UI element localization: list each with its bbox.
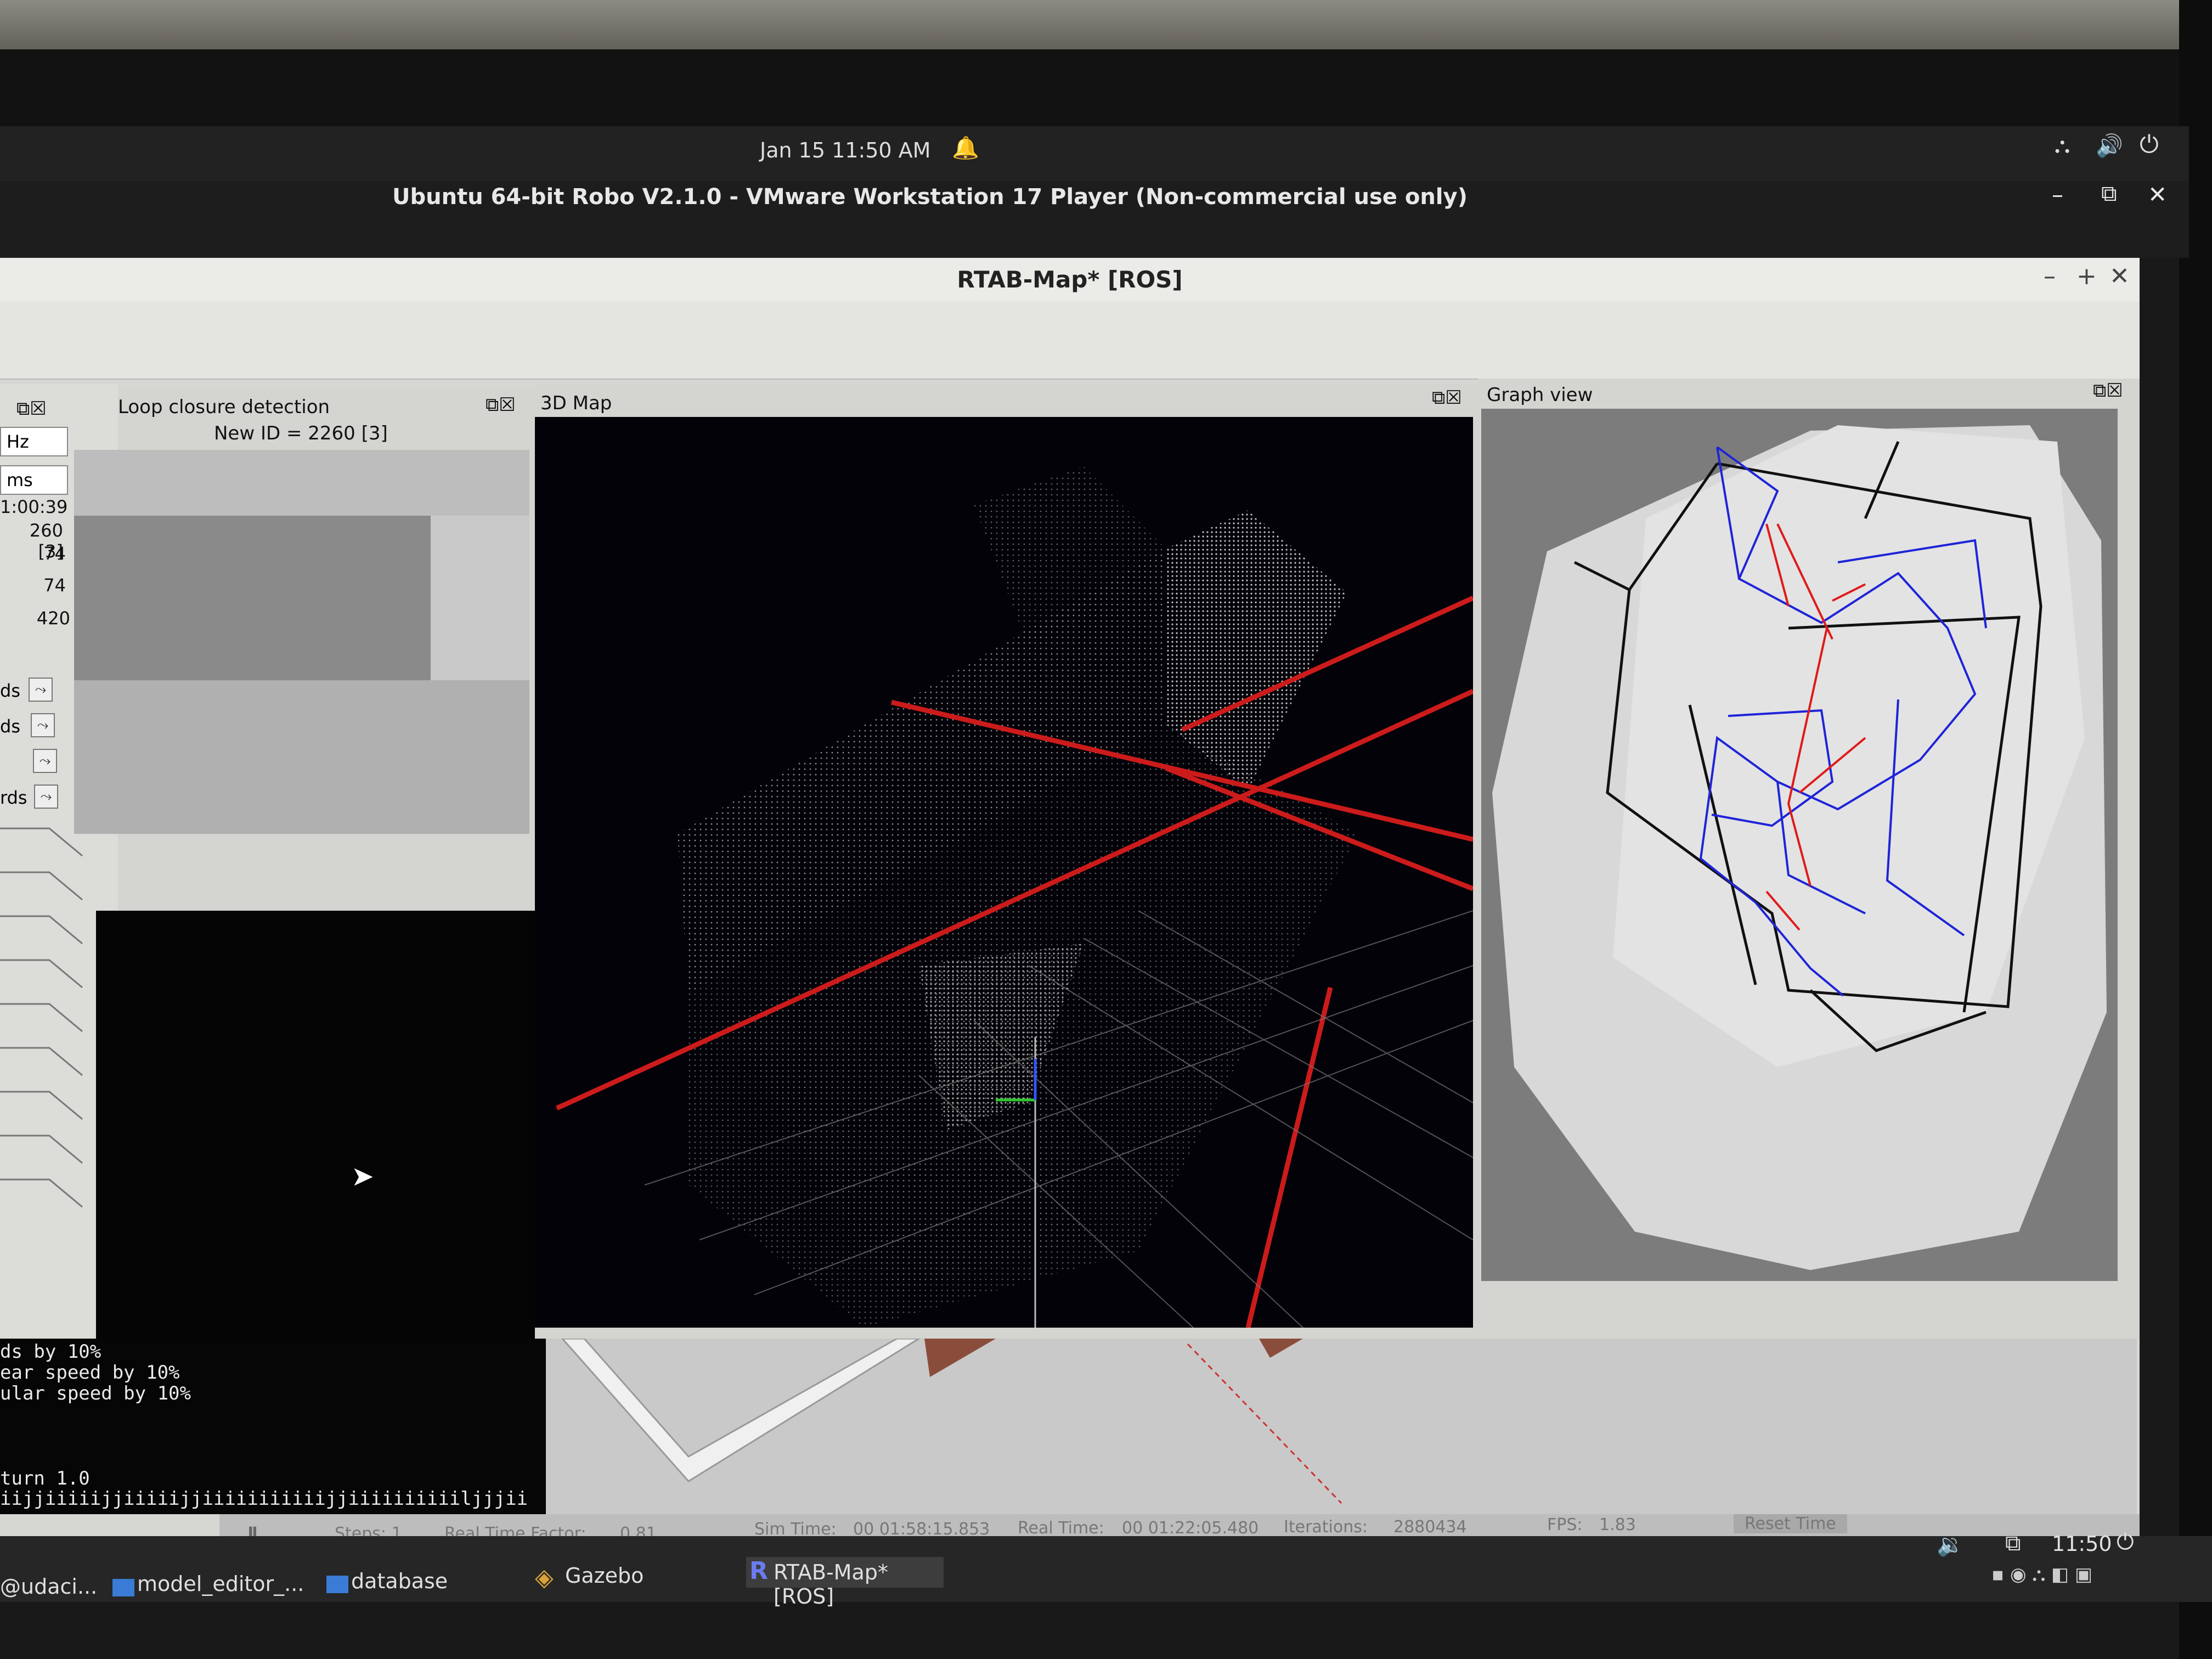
graph-view-canvas[interactable] xyxy=(1481,409,2118,1281)
loop-closure-match-image: ➤ xyxy=(96,911,546,1339)
graph-view-panel: Graph view ⧉☒ xyxy=(1479,379,2140,1339)
gazebo-icon: ◈ xyxy=(535,1564,554,1592)
vm-restore-button[interactable]: ⧉ xyxy=(2101,181,2117,206)
loop-closure-header: Loop closure detection xyxy=(118,396,330,418)
loop-closure-image xyxy=(74,450,529,834)
map3d-viewport[interactable] xyxy=(535,417,1473,1328)
map3d-panel: 3D Map ⧉☒ xyxy=(535,384,1479,1339)
fps-label: FPS: xyxy=(1547,1515,1583,1534)
folder-icon xyxy=(112,1579,134,1596)
dock-float-icon[interactable]: ⧉☒ xyxy=(2093,380,2123,402)
map3d-header: 3D Map xyxy=(540,392,612,414)
plot-button[interactable]: ⤳ xyxy=(33,749,57,773)
rtab-maximize-button[interactable]: + xyxy=(2076,262,2097,290)
taskbar-item-rtabmap-label: RTAB-Map* [ROS] xyxy=(774,1560,888,1609)
plot-label: rds xyxy=(0,787,27,808)
gazebo-scene xyxy=(546,1339,2137,1514)
volume-icon[interactable]: 🔊 xyxy=(2096,133,2123,159)
dock-float-icon[interactable]: ⧉☒ xyxy=(1432,387,1462,409)
terminal-line: ular speed by 10% xyxy=(0,1383,191,1404)
terminal-line: ear speed by 10% xyxy=(0,1362,180,1384)
graph-view-header: Graph view xyxy=(1487,384,1593,406)
iterations-value: 2880434 xyxy=(1393,1517,1467,1537)
real-time-label: Real Time: xyxy=(1018,1519,1104,1538)
clock[interactable]: Jan 15 11:50 AM xyxy=(760,138,930,162)
dock-float-icon[interactable]: ⧉☒ xyxy=(16,398,47,420)
taskbar-clock: 11:50 xyxy=(2052,1532,2112,1556)
taskbar-item-terminal[interactable]: @udaci... xyxy=(0,1575,97,1599)
ubuntu-top-bar: Jan 15 11:50 AM 🔔 ⛬ 🔊 ⏻ xyxy=(0,126,2189,181)
hz-spinbox[interactable]: Hz xyxy=(0,427,68,456)
stat-value: 74 xyxy=(43,543,66,564)
plot-button[interactable]: ⤳ xyxy=(31,713,55,737)
stat-value: 420 xyxy=(36,608,70,629)
vm-minimize-button[interactable]: – xyxy=(2052,181,2063,208)
vmware-title-bar: Ubuntu 64-bit Robo V2.1.0 - VMware Works… xyxy=(0,181,2189,258)
rtabmap-title: RTAB-Map* [ROS] xyxy=(0,258,2140,302)
power-icon[interactable]: ⏻ xyxy=(2117,1530,2134,1555)
gazebo-walls xyxy=(561,1339,1342,1504)
folder-icon xyxy=(326,1576,348,1593)
volume-icon[interactable]: 🔉 xyxy=(1937,1532,1964,1558)
mouse-cursor-icon: ➤ xyxy=(351,1160,374,1192)
terminal-line: ds by 10% xyxy=(0,1341,101,1363)
vm-window-title: Ubuntu 64-bit Robo V2.1.0 - VMware Works… xyxy=(392,184,1468,210)
terminal-line: turn 1.0 xyxy=(0,1468,90,1489)
monitor-bezel xyxy=(0,49,2212,132)
plot-label: ds xyxy=(0,680,20,701)
terminal[interactable]: ds by 10% ear speed by 10% ular speed by… xyxy=(0,1339,546,1514)
plot-button[interactable]: ⤳ xyxy=(29,678,53,702)
iterations-label: Iterations: xyxy=(1284,1517,1368,1537)
rtabmap-icon: R xyxy=(749,1557,768,1585)
taskbar-item-rtabmap-active[interactable]: R RTAB-Map* [ROS] xyxy=(746,1557,944,1609)
stat-value: 1:00:39 xyxy=(0,496,68,517)
rtab-close-button[interactable]: ✕ xyxy=(2109,262,2130,290)
loop-closure-panel: Loop closure detection ⧉☒ New ID = 2260 … xyxy=(74,390,546,1339)
taskbar-item-model-editor[interactable]: model_editor_... xyxy=(137,1572,304,1596)
network-icon[interactable]: ⧉ xyxy=(2005,1531,2021,1556)
vm-close-button[interactable]: ✕ xyxy=(2148,181,2167,208)
stat-value: 74 xyxy=(43,575,66,596)
bell-icon[interactable]: 🔔 xyxy=(952,135,979,161)
ms-spinbox[interactable]: ms xyxy=(0,465,68,495)
rtab-minimize-button[interactable]: – xyxy=(2044,262,2056,290)
taskbar: @udaci... model_editor_... database ◈ Ga… xyxy=(0,1530,2212,1609)
new-id-label: New ID = 2260 [3] xyxy=(214,422,388,444)
plot-label: ds xyxy=(0,716,20,737)
network-icon[interactable]: ⛬ xyxy=(2055,133,2070,158)
taskbar-item-database[interactable]: database xyxy=(351,1569,448,1593)
taskbar-item-gazebo[interactable]: Gazebo xyxy=(565,1564,644,1588)
rtab-toolbar xyxy=(0,302,2140,380)
tray-status-icons[interactable]: ▪ ◉ ⛬ ◧ ▣ xyxy=(1991,1564,2092,1585)
plot-button[interactable]: ⤳ xyxy=(34,785,58,809)
dock-float-icon[interactable]: ⧉☒ xyxy=(486,394,516,416)
real-time-value: 00 01:22:05.480 xyxy=(1122,1519,1259,1538)
fps-value: 1.83 xyxy=(1599,1515,1636,1534)
reset-time-button[interactable]: Reset Time xyxy=(1734,1514,1847,1533)
power-icon[interactable]: ⏻ xyxy=(2140,131,2159,159)
terminal-line: iijjiiiiijjiiiiijjiiiiiiiiiiijjiiiiiiiii… xyxy=(0,1488,528,1510)
